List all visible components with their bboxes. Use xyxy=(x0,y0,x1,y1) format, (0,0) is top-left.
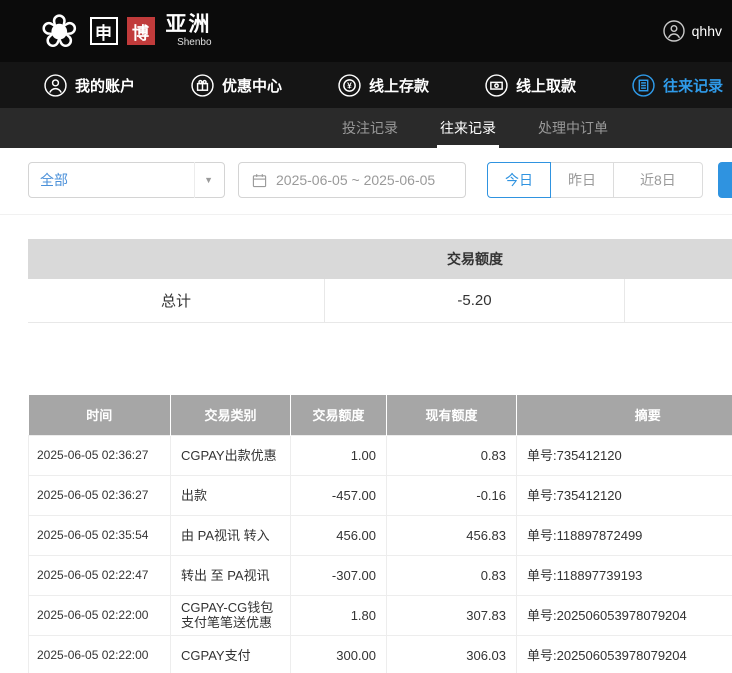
table-cell: 0.83 xyxy=(387,435,517,475)
table-cell: 456.83 xyxy=(387,515,517,555)
table-cell: 1.80 xyxy=(291,595,387,635)
summary-header-amount: 交易额度 xyxy=(325,239,625,279)
table-cell: 2025-06-05 02:36:27 xyxy=(29,475,171,515)
table-cell: 0.83 xyxy=(387,555,517,595)
table-row: 2025-06-05 02:36:27CGPAY出款优惠1.000.83单号:7… xyxy=(29,435,732,475)
table-cell: 456.00 xyxy=(291,515,387,555)
main-nav: 我的账户 优惠中心 ¥ 线上存款 线上取款 往来记录 xyxy=(0,62,732,108)
table-row: 2025-06-05 02:22:00CGPAY支付300.00306.03单号… xyxy=(29,635,732,673)
table-cell: -307.00 xyxy=(291,555,387,595)
type-select-value: 全部 xyxy=(40,170,68,190)
last-8-days-button[interactable]: 近8日 xyxy=(613,162,703,198)
brand-char-bo: 博 xyxy=(127,17,155,45)
table-cell: CGPAY-CG钱包支付笔笔送优惠 xyxy=(171,595,291,635)
brand-en: Shenbo xyxy=(177,38,211,48)
today-button[interactable]: 今日 xyxy=(487,162,551,198)
tab-processing-orders[interactable]: 处理中订单 xyxy=(535,108,611,148)
nav-label: 我的账户 xyxy=(75,75,135,96)
table-cell: CGPAY出款优惠 xyxy=(171,435,291,475)
tab-betting-records[interactable]: 投注记录 xyxy=(339,108,401,148)
records-document-icon xyxy=(632,74,655,97)
user-avatar-icon xyxy=(663,20,685,42)
quick-date-buttons: 今日 昨日 近8日 xyxy=(487,162,703,198)
yesterday-button[interactable]: 昨日 xyxy=(550,162,614,198)
nav-label: 优惠中心 xyxy=(222,75,282,96)
table-row: 2025-06-05 02:22:47转出 至 PA视讯-307.000.83单… xyxy=(29,555,732,595)
summary-total-row: 总计 -5.20 xyxy=(28,279,732,323)
svg-text:¥: ¥ xyxy=(347,80,352,90)
column-header: 交易额度 xyxy=(291,395,387,435)
table-cell: 单号:202506053978079204 xyxy=(517,635,732,673)
chevron-down-icon: ▼ xyxy=(194,162,213,198)
column-header: 交易类别 xyxy=(171,395,291,435)
date-range-input[interactable]: 2025-06-05 ~ 2025-06-05 xyxy=(238,162,466,198)
column-header: 时间 xyxy=(29,395,171,435)
summary-header-row: 交易额度 xyxy=(28,239,732,279)
filter-bar: 全部 ▼ 2025-06-05 ~ 2025-06-05 今日 昨日 近8日 xyxy=(0,148,732,215)
summary-total-label: 总计 xyxy=(28,279,325,322)
table-cell: 出款 xyxy=(171,475,291,515)
records-header-row: 时间交易类别交易额度现有额度摘要 xyxy=(29,395,732,435)
nav-item-withdraw[interactable]: 线上取款 xyxy=(485,74,576,97)
nav-label: 往来记录 xyxy=(663,75,723,96)
nav-item-transaction-records[interactable]: 往来记录 xyxy=(632,74,723,97)
username: qhhv xyxy=(692,23,722,39)
brand-logo[interactable]: ❀ 申 博 亚洲 Shenbo xyxy=(40,8,212,54)
summary-header-empty xyxy=(28,239,325,279)
top-header: ❀ 申 博 亚洲 Shenbo qhhv xyxy=(0,0,732,62)
table-cell: 单号:735412120 xyxy=(517,475,732,515)
table-cell: 1.00 xyxy=(291,435,387,475)
table-cell: 2025-06-05 02:36:27 xyxy=(29,435,171,475)
table-cell: 2025-06-05 02:22:47 xyxy=(29,555,171,595)
records-table-wrap: 时间交易类别交易额度现有额度摘要 2025-06-05 02:36:27CGPA… xyxy=(28,395,732,673)
table-cell: CGPAY支付 xyxy=(171,635,291,673)
table-cell: 转出 至 PA视讯 xyxy=(171,555,291,595)
nav-label: 线上取款 xyxy=(516,75,576,96)
table-cell: 2025-06-05 02:22:00 xyxy=(29,595,171,635)
search-button[interactable] xyxy=(718,162,732,198)
table-cell: 2025-06-05 02:35:54 xyxy=(29,515,171,555)
table-cell: 2025-06-05 02:22:00 xyxy=(29,635,171,673)
account-icon xyxy=(44,74,67,97)
table-cell: 单号:202506053978079204 xyxy=(517,595,732,635)
type-select[interactable]: 全部 ▼ xyxy=(28,162,225,198)
date-range-value: 2025-06-05 ~ 2025-06-05 xyxy=(276,172,435,188)
table-cell: 由 PA视讯 转入 xyxy=(171,515,291,555)
table-cell: 单号:735412120 xyxy=(517,435,732,475)
summary-table: 交易额度 总计 -5.20 xyxy=(28,239,732,323)
column-header: 现有额度 xyxy=(387,395,517,435)
brand-char-shen: 申 xyxy=(90,17,118,45)
summary-total-value: -5.20 xyxy=(325,279,625,322)
table-cell: 单号:118897739193 xyxy=(517,555,732,595)
calendar-icon xyxy=(252,173,267,188)
brand-region: 亚洲 xyxy=(166,14,212,35)
tab-transaction-records[interactable]: 往来记录 xyxy=(437,108,499,148)
table-row: 2025-06-05 02:22:00CGPAY-CG钱包支付笔笔送优惠1.80… xyxy=(29,595,732,635)
table-cell: -0.16 xyxy=(387,475,517,515)
table-cell: 300.00 xyxy=(291,635,387,673)
records-table: 时间交易类别交易额度现有额度摘要 2025-06-05 02:36:27CGPA… xyxy=(28,395,732,673)
withdraw-banknote-icon xyxy=(485,74,508,97)
user-account[interactable]: qhhv xyxy=(663,20,722,42)
table-row: 2025-06-05 02:35:54由 PA视讯 转入456.00456.83… xyxy=(29,515,732,555)
table-cell: 306.03 xyxy=(387,635,517,673)
nav-item-deposit[interactable]: ¥ 线上存款 xyxy=(338,74,429,97)
column-header: 摘要 xyxy=(517,395,732,435)
sub-nav: 投注记录 往来记录 处理中订单 xyxy=(0,108,732,148)
lotus-logo-icon: ❀ xyxy=(40,8,79,54)
table-cell: -457.00 xyxy=(291,475,387,515)
summary-header-empty2 xyxy=(625,239,732,279)
table-cell: 307.83 xyxy=(387,595,517,635)
deposit-coin-icon: ¥ xyxy=(338,74,361,97)
table-cell: 单号:118897872499 xyxy=(517,515,732,555)
table-row: 2025-06-05 02:36:27出款-457.00-0.16单号:7354… xyxy=(29,475,732,515)
summary-empty-cell xyxy=(625,279,732,322)
nav-item-promotions[interactable]: 优惠中心 xyxy=(191,74,282,97)
nav-label: 线上存款 xyxy=(369,75,429,96)
nav-item-my-account[interactable]: 我的账户 xyxy=(44,74,135,97)
gift-icon xyxy=(191,74,214,97)
